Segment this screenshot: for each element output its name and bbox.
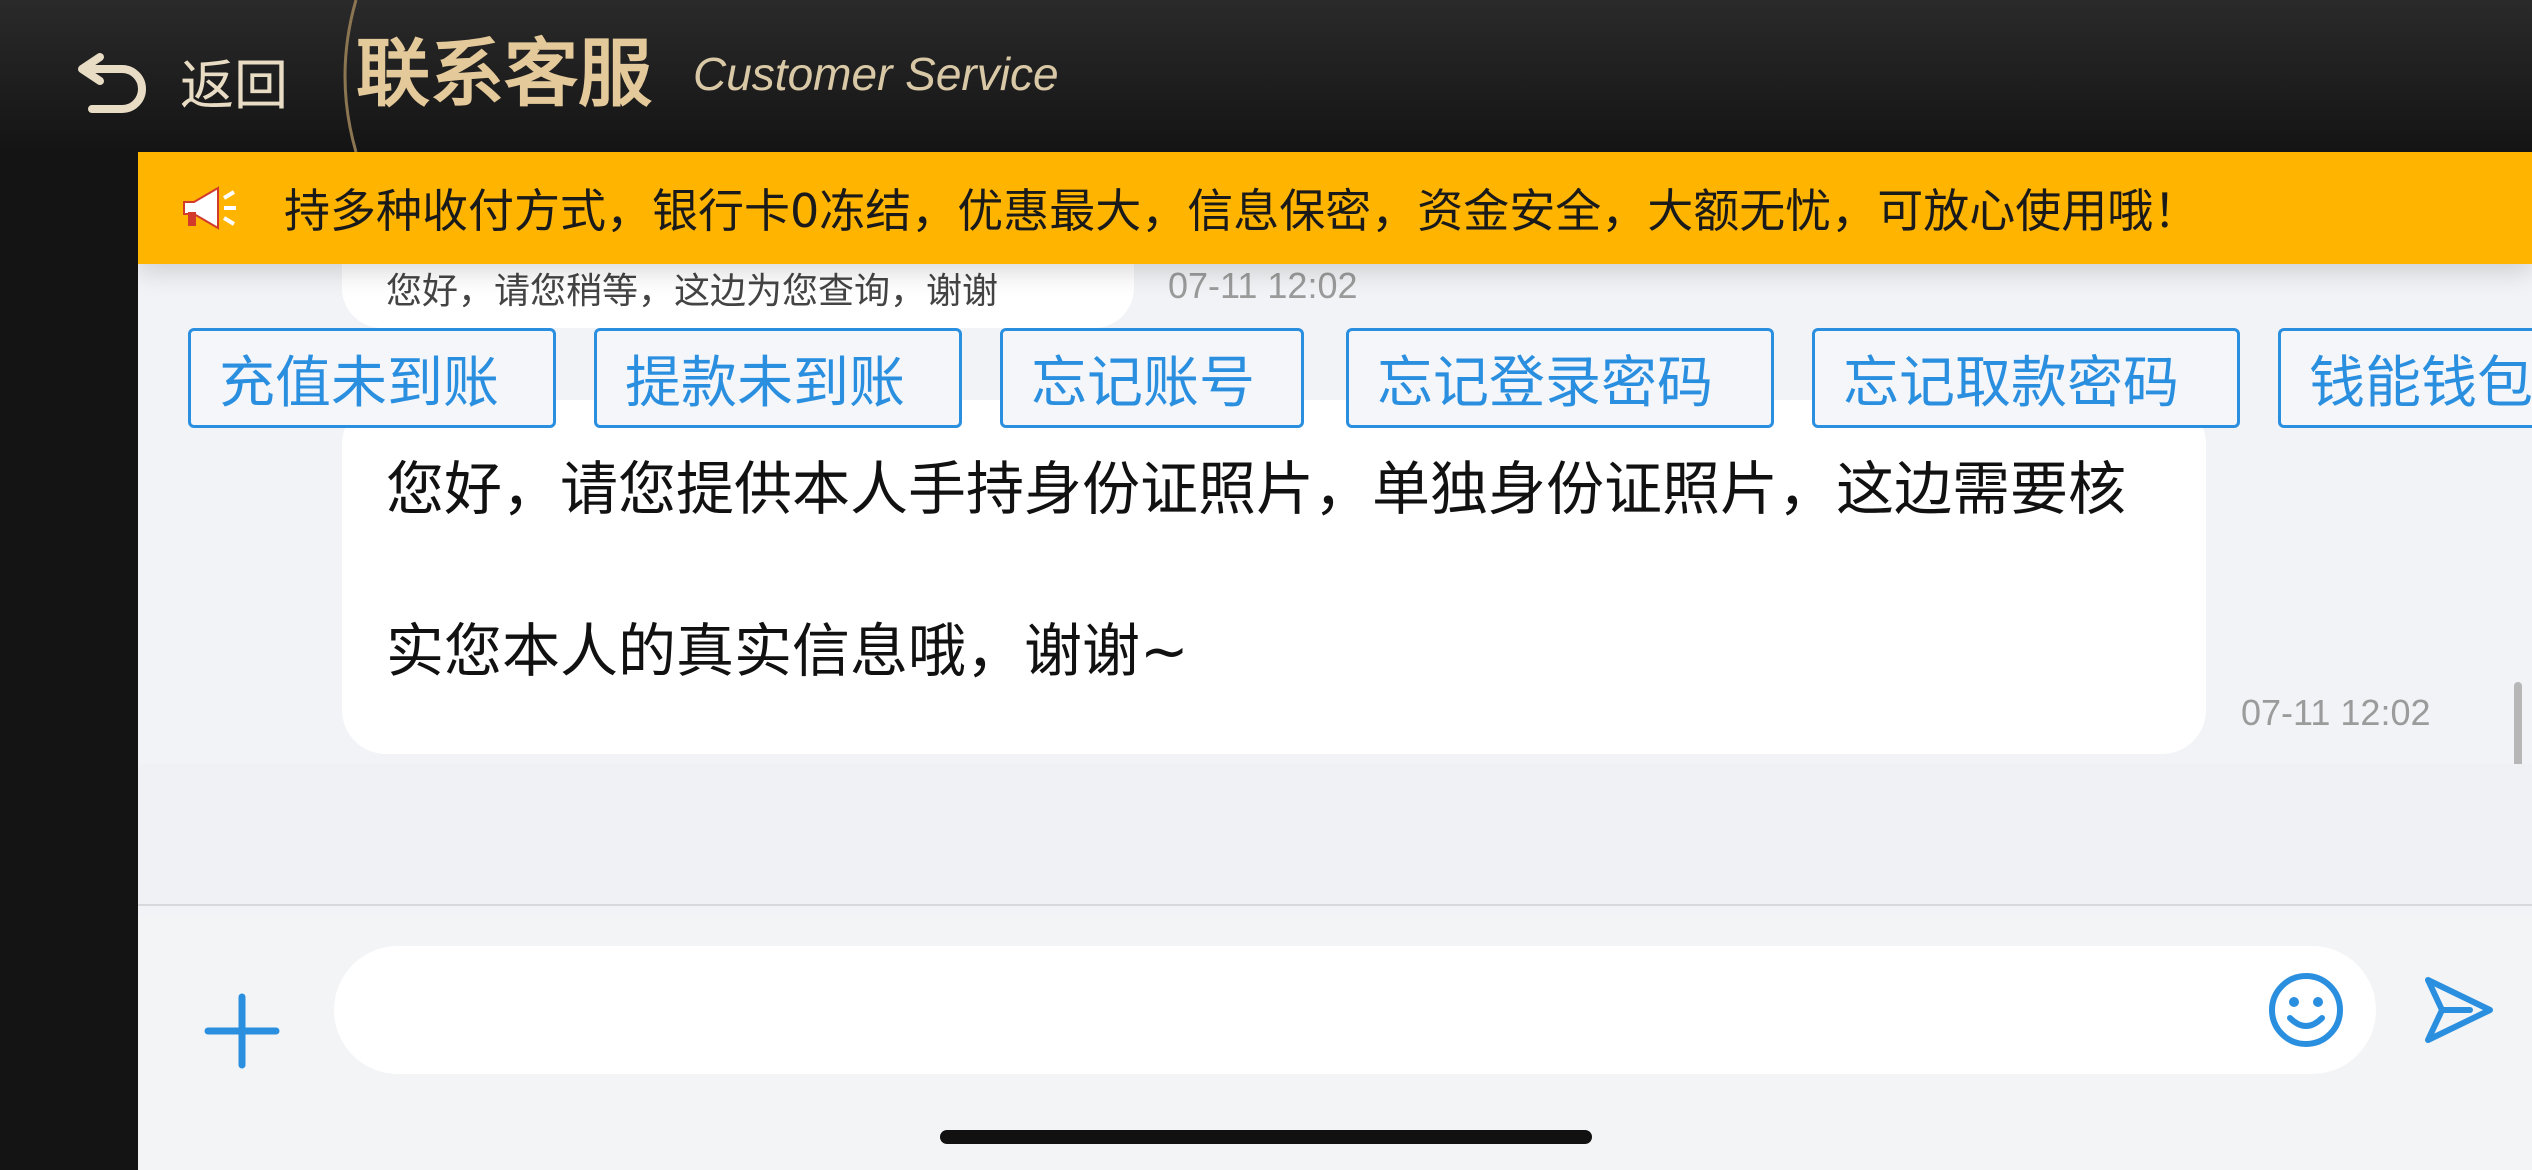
back-label: 返回 bbox=[180, 53, 288, 117]
megaphone-icon bbox=[183, 186, 236, 230]
quick-reply-button[interactable]: 提款未到账 bbox=[594, 328, 962, 428]
back-button[interactable]: 返回 bbox=[70, 30, 288, 130]
chat-scrollbar[interactable] bbox=[2514, 682, 2522, 772]
quick-reply-row bbox=[138, 764, 2532, 906]
message-text: 您好，请您提供本人手持身份证照片，单独身份证照片，这边需要核实您本人的真实信息哦… bbox=[386, 455, 2127, 685]
quick-reply-button[interactable]: 钱能钱包 bbox=[2278, 328, 2532, 428]
plus-icon[interactable] bbox=[202, 991, 282, 1071]
message-bubble: 您好，请您提供本人手持身份证照片，单独身份证照片，这边需要核实您本人的真实信息哦… bbox=[342, 400, 2206, 754]
left-sidebar-strip bbox=[0, 152, 138, 1170]
quick-reply-button[interactable]: 忘记账号 bbox=[1000, 328, 1304, 428]
message-timestamp: 07-11 12:02 bbox=[1168, 265, 1358, 306]
notice-text: 持多种收付方式，银行卡0冻结，优惠最大，信息保密，资金安全，大额无忧，可放心使用… bbox=[284, 184, 2200, 238]
notice-banner: 持多种收付方式，银行卡0冻结，优惠最大，信息保密，资金安全，大额无忧，可放心使用… bbox=[138, 152, 2532, 264]
chat-area: 持多种收付方式，银行卡0冻结，优惠最大，信息保密，资金安全，大额无忧，可放心使用… bbox=[138, 152, 2532, 1170]
back-arrow-icon bbox=[78, 53, 146, 113]
home-indicator[interactable] bbox=[940, 1130, 1592, 1144]
header-bar: 返回 联系客服 Customer Service bbox=[0, 0, 2532, 154]
message-input[interactable] bbox=[334, 946, 2376, 1074]
message-text: 您好，请您稍等，这边为您查询，谢谢 bbox=[386, 271, 999, 312]
message-timestamp: 07-11 12:02 bbox=[2241, 692, 2431, 733]
quick-reply-button[interactable]: 忘记取款密码 bbox=[1812, 328, 2240, 428]
page-title: 联系客服 bbox=[356, 31, 652, 117]
emoji-icon[interactable] bbox=[2266, 970, 2346, 1050]
send-icon[interactable] bbox=[2418, 970, 2498, 1050]
quick-reply-button[interactable]: 忘记登录密码 bbox=[1346, 328, 1774, 428]
quick-reply-button[interactable]: 充值未到账 bbox=[188, 328, 556, 428]
page-subtitle: Customer Service bbox=[693, 48, 1059, 100]
